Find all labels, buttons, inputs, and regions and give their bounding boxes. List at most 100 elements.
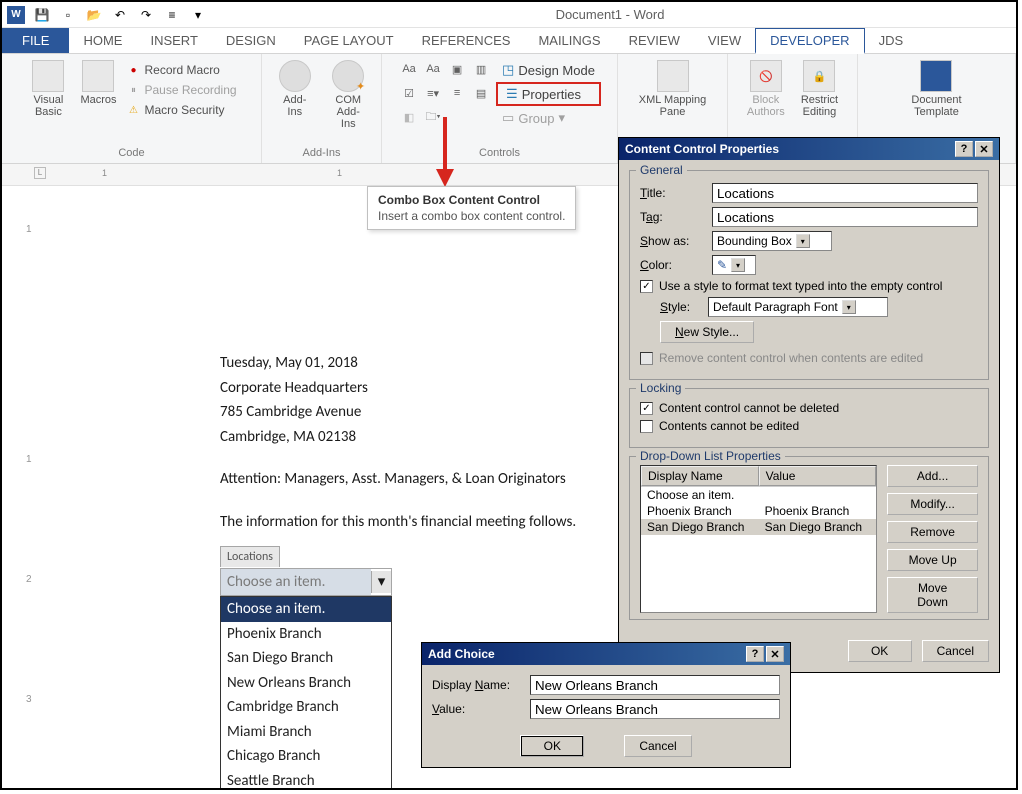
security-icon: ⚠: [127, 103, 141, 117]
cannot-delete-label: Content control cannot be deleted: [659, 401, 839, 415]
checkbox-control-icon[interactable]: ☑: [398, 82, 420, 104]
col-value[interactable]: Value: [759, 466, 877, 486]
tab-view[interactable]: VIEW: [694, 28, 755, 53]
group-button: ▭Group▾: [496, 108, 601, 128]
combo-option[interactable]: Chicago Branch: [221, 744, 391, 769]
remove-label: Remove content control when contents are…: [659, 351, 923, 365]
properties-button[interactable]: ☰Properties: [496, 82, 601, 106]
tab-insert[interactable]: INSERT: [136, 28, 211, 53]
record-macro-button[interactable]: ●Record Macro: [127, 62, 237, 78]
list-row[interactable]: San Diego BranchSan Diego Branch: [641, 519, 876, 535]
ok-button[interactable]: OK: [848, 640, 912, 662]
tag-input[interactable]: [712, 207, 978, 227]
tab-design[interactable]: DESIGN: [212, 28, 290, 53]
combo-option[interactable]: Choose an item.: [221, 597, 391, 622]
tab-jds[interactable]: JDS: [865, 28, 918, 53]
dropdown-list-table[interactable]: Display Name Value Choose an item. Phoen…: [640, 465, 877, 613]
save-icon[interactable]: 💾: [32, 5, 52, 25]
display-name-input[interactable]: [530, 675, 780, 695]
value-input[interactable]: [530, 699, 780, 719]
dialog-title: Content Control Properties: [625, 142, 953, 156]
com-addins-button[interactable]: ✦COM Add-Ins: [324, 58, 374, 132]
repeating-section-icon: ◧: [398, 106, 420, 128]
combo-option[interactable]: Cambridge Branch: [221, 695, 391, 720]
combo-tag-label: Locations: [220, 546, 280, 567]
cannot-edit-label: Contents cannot be edited: [659, 419, 799, 433]
close-button-icon[interactable]: ✕: [766, 646, 784, 662]
list-row[interactable]: Phoenix BranchPhoenix Branch: [641, 503, 876, 519]
plain-text-control-icon[interactable]: Aa: [422, 58, 444, 80]
qat-more-icon[interactable]: ≡: [162, 5, 182, 25]
combo-option[interactable]: Miami Branch: [221, 720, 391, 745]
group-icon: ▭: [502, 110, 514, 126]
combo-option[interactable]: New Orleans Branch: [221, 671, 391, 696]
combo-box-control-icon[interactable]: ≡▾: [422, 82, 444, 104]
addins-button[interactable]: Add-Ins: [270, 58, 320, 120]
chevron-down-icon: ▾: [796, 234, 810, 248]
combo-option[interactable]: Seattle Branch: [221, 769, 391, 789]
tab-page-layout[interactable]: PAGE LAYOUT: [290, 28, 408, 53]
dialog-titlebar[interactable]: Content Control Properties ? ✕: [619, 138, 999, 160]
title-input[interactable]: [712, 183, 978, 203]
undo-icon[interactable]: ↶: [110, 5, 130, 25]
document-template-button[interactable]: Document Template: [905, 58, 967, 120]
new-blank-icon[interactable]: ▫: [58, 5, 78, 25]
col-display-name[interactable]: Display Name: [641, 466, 759, 486]
tab-file[interactable]: FILE: [2, 28, 69, 53]
combo-box-control[interactable]: Choose an item. ▾: [220, 568, 392, 597]
quick-access-toolbar: W 💾 ▫ 📂 ↶ ↷ ≡ ▾: [6, 5, 208, 25]
macros-button[interactable]: Macros: [74, 58, 122, 108]
building-block-control-icon[interactable]: ▥: [470, 58, 492, 80]
ok-button[interactable]: OK: [520, 735, 584, 757]
remove-button[interactable]: Remove: [887, 521, 978, 543]
help-button-icon[interactable]: ?: [746, 646, 764, 662]
properties-icon: ☰: [506, 86, 518, 102]
macro-security-button[interactable]: ⚠Macro Security: [127, 102, 237, 118]
move-up-button[interactable]: Move Up: [887, 549, 978, 571]
dropdown-control-icon[interactable]: ≡: [446, 82, 468, 104]
tab-home[interactable]: HOME: [69, 28, 136, 53]
design-mode-icon: ◳: [502, 62, 514, 78]
combo-option[interactable]: Phoenix Branch: [221, 622, 391, 647]
open-icon[interactable]: 📂: [84, 5, 104, 25]
tab-mailings[interactable]: MAILINGS: [524, 28, 614, 53]
move-down-button[interactable]: Move Down: [887, 577, 978, 613]
redo-icon[interactable]: ↷: [136, 5, 156, 25]
picture-control-icon[interactable]: ▣: [446, 58, 468, 80]
new-style-button[interactable]: New Style...: [660, 321, 754, 343]
xml-mapping-button[interactable]: XML Mapping Pane: [633, 58, 712, 120]
tab-review[interactable]: REVIEW: [615, 28, 694, 53]
add-button[interactable]: Add...: [887, 465, 978, 487]
visual-basic-button[interactable]: Visual Basic: [26, 58, 70, 120]
showas-select[interactable]: Bounding Box▾: [712, 231, 832, 251]
dialog-titlebar[interactable]: Add Choice ? ✕: [422, 643, 790, 665]
design-mode-button[interactable]: ◳Design Mode: [496, 60, 601, 80]
cancel-button[interactable]: Cancel: [922, 640, 989, 662]
modify-button[interactable]: Modify...: [887, 493, 978, 515]
group-label-code: Code: [118, 147, 144, 161]
qat-customize-icon[interactable]: ▾: [188, 5, 208, 25]
fieldset-locking: Locking ✓Content control cannot be delet…: [629, 388, 989, 448]
cannot-edit-checkbox[interactable]: [640, 420, 653, 433]
label-color: Color:: [640, 258, 704, 272]
close-button-icon[interactable]: ✕: [975, 141, 993, 157]
date-picker-control-icon[interactable]: ▤: [470, 82, 492, 104]
combo-dropdown-arrow-icon[interactable]: ▾: [371, 571, 391, 593]
rich-text-control-icon[interactable]: Aa: [398, 58, 420, 80]
style-select[interactable]: Default Paragraph Font▾: [708, 297, 888, 317]
help-button-icon[interactable]: ?: [955, 141, 973, 157]
label-tag: Tag:: [640, 210, 704, 224]
tab-references[interactable]: REFERENCES: [408, 28, 525, 53]
cannot-delete-checkbox[interactable]: ✓: [640, 402, 653, 415]
tab-developer[interactable]: DEVELOPER: [755, 28, 864, 54]
color-select[interactable]: ✎▾: [712, 255, 756, 275]
use-style-checkbox[interactable]: ✓: [640, 280, 653, 293]
combo-dropdown-list[interactable]: Choose an item. Phoenix Branch San Diego…: [220, 596, 392, 788]
cancel-button[interactable]: Cancel: [624, 735, 691, 757]
list-row[interactable]: Choose an item.: [641, 487, 876, 503]
label-value: Value:: [432, 702, 522, 716]
group-label-addins: Add-Ins: [303, 147, 341, 161]
restrict-editing-button[interactable]: 🔒Restrict Editing: [795, 58, 844, 120]
combo-option[interactable]: San Diego Branch: [221, 646, 391, 671]
red-arrow-annotation: [434, 117, 456, 187]
